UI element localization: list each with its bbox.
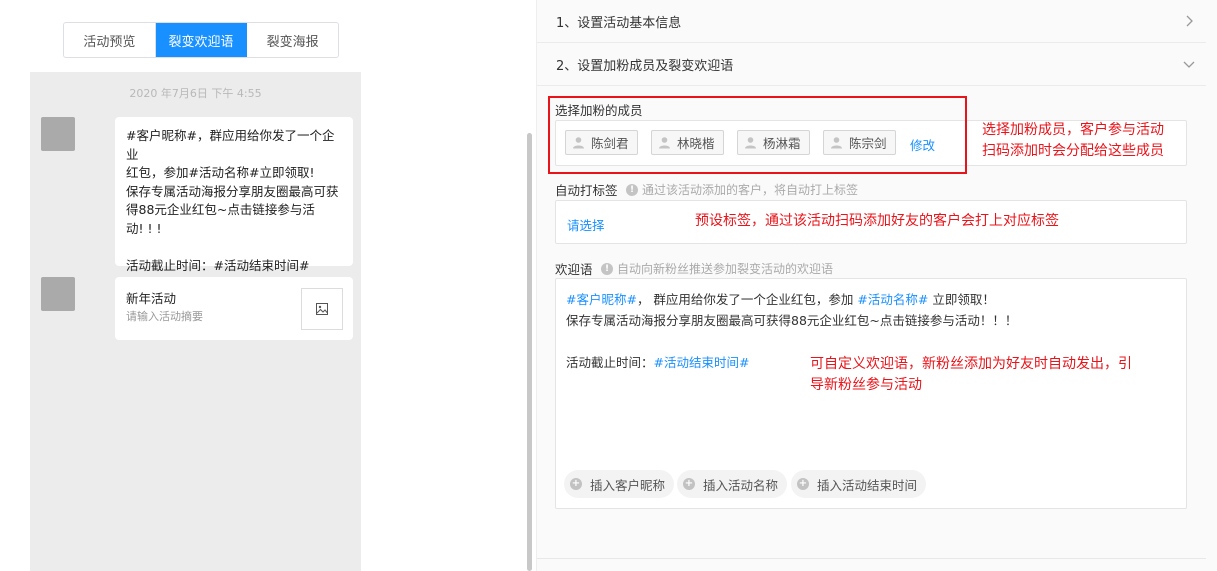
config-panel: 1、设置活动基本信息 2、设置加粉成员及裂变欢迎语 选择加粉的成员 陈剑君 林晓… bbox=[536, 0, 1217, 571]
card-title: 新年活动 bbox=[126, 291, 177, 306]
info-icon: ! bbox=[601, 262, 613, 275]
chevron-down-icon bbox=[1183, 61, 1195, 68]
tab-fission-poster[interactable]: 裂变海报 bbox=[247, 23, 338, 57]
tab-fission-welcome[interactable]: 裂变欢迎语 bbox=[155, 23, 248, 57]
info-icon: ! bbox=[626, 183, 638, 196]
card-image-placeholder bbox=[301, 288, 343, 330]
message-line: ​ bbox=[126, 238, 342, 257]
variable-activity-name: #活动名称# bbox=[857, 292, 929, 307]
welcome-line: #客户昵称#， 群应用给你发了一个企业红包，参加 #活动名称# 立即领取！ bbox=[566, 289, 1176, 310]
insert-activity-end-time-button[interactable]: + 插入活动结束时间 bbox=[791, 470, 927, 498]
variable-activity-end-time: #活动结束时间# bbox=[653, 355, 750, 370]
tag-select-placeholder[interactable]: 请选择 bbox=[567, 215, 605, 234]
welcome-line: 保存专属活动海报分享朋友圈最高可获得88元企业红包~点击链接参与活动！！！ bbox=[566, 313, 1018, 328]
welcome-text-segment: 活动截止时间： bbox=[566, 355, 654, 370]
insert-button-label: 插入活动名称 bbox=[703, 477, 779, 493]
insert-button-label: 插入客户昵称 bbox=[590, 477, 666, 493]
message-line: 得88元企业红包~点击链接参与活 bbox=[126, 202, 315, 217]
message-line: 动! ! ! bbox=[126, 220, 162, 236]
annotation-line: 扫码添加时会分配给这些成员 bbox=[982, 143, 1164, 159]
message-line: 活动截止时间：#活动结束时间# bbox=[126, 257, 310, 273]
section-basic-info-header[interactable]: 1、设置活动基本信息 bbox=[537, 0, 1206, 43]
welcome-label: 欢迎语 bbox=[555, 262, 593, 277]
insert-customer-nickname-button[interactable]: + 插入客户昵称 bbox=[564, 470, 675, 498]
insert-activity-name-button[interactable]: + 插入活动名称 bbox=[677, 470, 788, 498]
insert-button-label: 插入活动结束时间 bbox=[817, 477, 918, 493]
message-bubble: #客户昵称#，群应用给你发了一个企业 红包，参加#活动名称#立即领取! 保存专属… bbox=[115, 117, 353, 273]
section-members-welcome-header[interactable]: 2、设置加粉成员及裂变欢迎语 bbox=[537, 43, 1206, 86]
chat-timestamp: 2020 年7月6日 下午 4:55 bbox=[129, 87, 262, 100]
welcome-annotation: 可自定义欢迎语，新粉丝添加为好友时自动发出，引 导新粉丝参与活动 bbox=[810, 354, 1190, 396]
welcome-line: ​ bbox=[566, 331, 1176, 352]
section-title: 1、设置活动基本信息 bbox=[556, 15, 682, 31]
chat-preview: 2020 年7月6日 下午 4:55 #客户昵称#，群应用给你发了一个企业 红包… bbox=[30, 72, 361, 571]
auto-tag-label: 自动打标签 bbox=[555, 183, 618, 198]
avatar bbox=[41, 117, 75, 151]
message-line: #客户昵称#，群应用给你发了一个企业 bbox=[126, 128, 335, 162]
divider bbox=[537, 558, 1206, 559]
annotation-line: 导新粉丝参与活动 bbox=[810, 377, 922, 393]
auto-tag-hint: ! 通过该活动添加的客户，将自动打上标签 bbox=[626, 181, 858, 198]
avatar bbox=[41, 277, 75, 311]
image-icon bbox=[316, 303, 328, 315]
welcome-hint: ! 自动向新粉丝推送参加裂变活动的欢迎语 bbox=[601, 260, 833, 277]
card-summary: 请输入活动摘要 bbox=[126, 310, 203, 323]
plus-icon: + bbox=[570, 478, 582, 490]
plus-icon: + bbox=[683, 478, 695, 490]
chevron-right-icon bbox=[1186, 15, 1193, 27]
tab-activity-preview[interactable]: 活动预览 bbox=[64, 23, 156, 57]
variable-customer-nickname: #客户昵称# bbox=[566, 292, 637, 307]
tag-annotation: 预设标签，通过该活动扫码添加好友的客户会打上对应标签 bbox=[695, 213, 1059, 229]
preview-tabs: 活动预览 裂变欢迎语 裂变海报 bbox=[63, 22, 339, 58]
welcome-text-segment: 立即领取！ bbox=[928, 292, 995, 307]
scrollbar-thumb[interactable] bbox=[527, 133, 532, 571]
annotation-line: 选择加粉成员，客户参与活动 bbox=[982, 122, 1164, 138]
welcome-hint-text: 自动向新粉丝推送参加裂变活动的欢迎语 bbox=[617, 262, 834, 276]
auto-tag-hint-text: 通过该活动添加的客户，将自动打上标签 bbox=[642, 183, 859, 197]
message-line: 红包，参加#活动名称#立即领取! bbox=[126, 165, 315, 180]
screen: 活动预览 裂变欢迎语 裂变海报 2020 年7月6日 下午 4:55 #客户昵称… bbox=[0, 0, 1217, 571]
link-card: 新年活动 请输入活动摘要 bbox=[115, 277, 353, 340]
section-title: 2、设置加粉成员及裂变欢迎语 bbox=[556, 58, 734, 74]
message-line: 保存专属活动海报分享朋友圈最高可获 bbox=[126, 183, 339, 199]
annotation-line: 可自定义欢迎语，新粉丝添加为好友时自动发出，引 bbox=[810, 356, 1132, 372]
members-annotation: 选择加粉成员，客户参与活动 扫码添加时会分配给这些成员 bbox=[982, 120, 1164, 162]
welcome-text-segment: ， 群应用给你发了一个企业红包，参加 bbox=[636, 292, 858, 307]
plus-icon: + bbox=[797, 478, 809, 490]
members-highlight-box bbox=[548, 96, 967, 174]
